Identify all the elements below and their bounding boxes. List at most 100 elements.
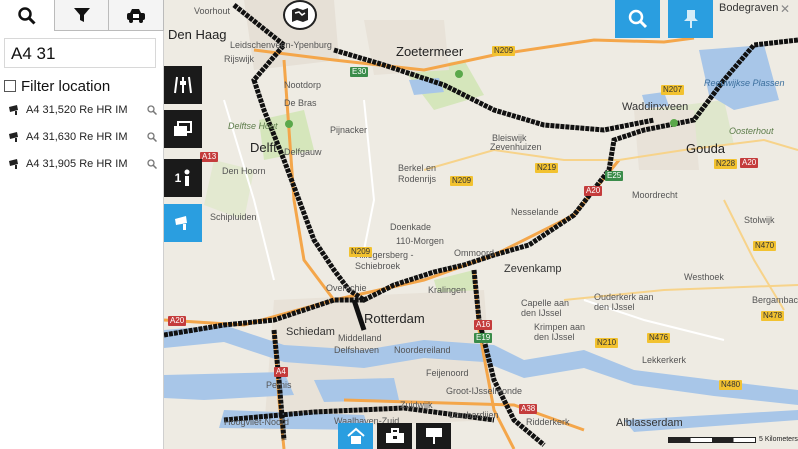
- map-label: Ommoord: [454, 248, 495, 258]
- traffic-lanes-icon: [174, 76, 192, 94]
- list-item[interactable]: A4 31,905 Re HR IM: [9, 155, 157, 173]
- map-label: Groot-IJsselmonde: [446, 386, 523, 396]
- camera-icon: [9, 105, 18, 115]
- road-shield: A20: [168, 316, 187, 326]
- map-layer-button[interactable]: [283, 0, 317, 30]
- map-label: Reeuwijkse Plassen: [704, 78, 785, 88]
- filter-location-checkbox[interactable]: Filter location: [4, 77, 110, 95]
- map-layer-icon: [292, 8, 308, 22]
- search-input[interactable]: A4 31: [4, 38, 156, 68]
- map-label: Den Haag: [168, 27, 227, 42]
- map-label: Zuidwijk: [400, 400, 433, 410]
- road-shield: N478: [761, 311, 785, 321]
- road-shield: N207: [661, 85, 685, 95]
- map-label: Ridderkerk: [526, 417, 570, 427]
- road-shield: A38: [519, 404, 538, 414]
- tab-search[interactable]: [0, 0, 55, 31]
- magnifier-icon[interactable]: [147, 132, 157, 142]
- road-shield: N209: [349, 247, 373, 257]
- map-view[interactable]: Den Haag Zoetermeer Rotterdam Gouda Delf…: [164, 0, 798, 449]
- map-label: Ouderkerk aan den IJssel: [594, 292, 654, 312]
- map-label: Moordrecht: [632, 190, 678, 200]
- map-label: Bergambacht: [752, 295, 798, 305]
- checkbox-box[interactable]: [4, 80, 16, 92]
- info-count: 1: [174, 171, 182, 185]
- map-label: Zevenkamp: [504, 263, 562, 275]
- map-label: Kralingen: [428, 285, 467, 295]
- urban-area: [634, 110, 699, 170]
- magnifier-icon[interactable]: [147, 105, 157, 115]
- bottom-toolbar: [338, 423, 455, 449]
- map-label: Gouda: [686, 141, 726, 156]
- map-label: Stolwijk: [744, 215, 775, 225]
- map-label: Schiedam: [286, 326, 335, 338]
- magnifier-icon[interactable]: [147, 159, 157, 169]
- traffic-layer-button[interactable]: [164, 66, 202, 104]
- road-shield: A20: [584, 186, 603, 196]
- list-item[interactable]: A4 31,520 Re HR IM: [9, 101, 157, 119]
- scale-bar-graphic: [668, 437, 756, 443]
- home-button[interactable]: [338, 423, 373, 449]
- pin-button[interactable]: [668, 0, 713, 38]
- result-label: A4 31,630 Re HR IM: [26, 131, 128, 143]
- camera-icon: [9, 159, 18, 169]
- map-label: Den Hoorn: [222, 166, 266, 176]
- toolbox-button[interactable]: [377, 423, 412, 449]
- road-shield: E25: [605, 171, 624, 181]
- panel-tabs: [0, 0, 165, 31]
- map-label: 110-Morgen: [396, 236, 444, 246]
- map-label: Nootdorp: [284, 80, 322, 90]
- close-button[interactable]: ✕: [780, 2, 790, 16]
- filter-icon: [73, 8, 90, 22]
- sign-icon: [425, 428, 442, 444]
- road-shield: N470: [753, 241, 777, 251]
- filter-location-label: Filter location: [21, 77, 111, 95]
- overlay-button[interactable]: [164, 110, 202, 148]
- road-shield: A16: [474, 320, 493, 330]
- pin-icon: [683, 10, 698, 28]
- tab-filter[interactable]: [54, 0, 110, 31]
- map-marker: [455, 70, 463, 78]
- info-button[interactable]: 1: [164, 159, 202, 197]
- map-label: Noordereiland: [394, 345, 451, 355]
- result-label: A4 31,520 Re HR IM: [26, 104, 128, 116]
- map-label: Feijenoord: [426, 368, 469, 378]
- map-label: Middelland: [338, 333, 382, 343]
- map-label: Leidschenveen-Ypenburg: [230, 40, 332, 50]
- map-label: Waddinxveen: [622, 101, 689, 113]
- camera-icon: [175, 216, 187, 230]
- map-label: Overschie: [326, 283, 367, 293]
- water-port: [314, 378, 399, 402]
- home-icon: [346, 427, 365, 444]
- map-label: Delfgauw: [284, 147, 322, 157]
- map-label: Rotterdam: [364, 311, 425, 326]
- camera-car-icon: [127, 9, 146, 23]
- road-shield: A4: [274, 367, 288, 377]
- tab-camera-car[interactable]: [109, 0, 165, 31]
- map-label: Westhoek: [684, 272, 724, 282]
- search-icon: [18, 6, 36, 25]
- road-shield: N219: [535, 163, 559, 173]
- map-marker: [670, 119, 678, 127]
- scale-bar: 5 Kilometers: [668, 433, 798, 443]
- list-item[interactable]: A4 31,630 Re HR IM: [9, 128, 157, 146]
- map-label: Berkel en Rodenrijs: [398, 163, 437, 184]
- map-label: Pijnacker: [330, 125, 368, 135]
- road-shield: N210: [595, 338, 619, 348]
- map-label: Rijswijk: [224, 54, 254, 64]
- map-label: Lekkerkerk: [642, 355, 687, 365]
- map-label: Zoetermeer: [396, 44, 464, 59]
- map-label: Schipluiden: [210, 212, 257, 222]
- camera-toggle-button[interactable]: [164, 204, 202, 242]
- map-search-button[interactable]: [615, 0, 660, 38]
- scale-label: 5 Kilometers: [759, 436, 798, 443]
- map-marker: [285, 120, 293, 128]
- map-label: Delft: [250, 140, 277, 155]
- result-label: A4 31,905 Re HR IM: [26, 158, 128, 170]
- map-canvas: [164, 0, 798, 449]
- map-label: Voorhout: [194, 6, 231, 16]
- info-icon: [184, 169, 190, 186]
- road-shield: N209: [450, 176, 474, 186]
- map-label: Zevenhuizen: [490, 142, 542, 152]
- sign-button[interactable]: [416, 423, 451, 449]
